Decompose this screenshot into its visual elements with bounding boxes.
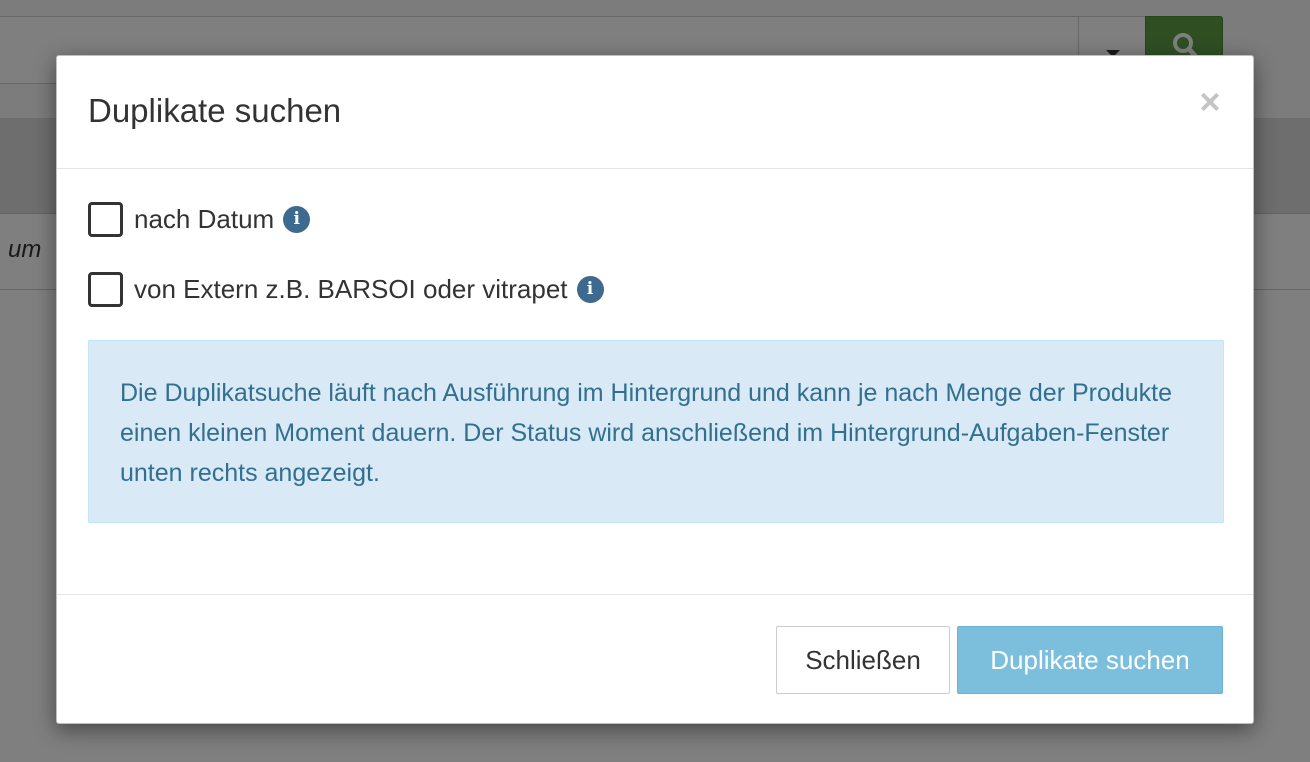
modal-body: nach Datum i von Extern z.B. BARSOI oder… — [57, 169, 1253, 594]
external-checkbox[interactable] — [88, 271, 123, 307]
close-button[interactable]: Schließen — [776, 626, 950, 694]
modal-title: Duplikate suchen — [88, 92, 342, 129]
by-date-checkbox[interactable] — [88, 201, 123, 237]
option-by-date: nach Datum i — [88, 200, 311, 238]
info-icon[interactable]: i — [576, 275, 604, 303]
by-date-label[interactable]: nach Datum — [134, 204, 274, 235]
modal-header: Duplikate suchen × — [57, 56, 1253, 169]
option-external: von Extern z.B. BARSOI oder vitrapet i — [88, 270, 604, 308]
close-icon[interactable]: × — [1195, 84, 1225, 120]
duplicate-search-dialog: Duplikate suchen × nach Datum i von Exte… — [56, 55, 1254, 724]
info-icon[interactable]: i — [283, 205, 311, 233]
external-label[interactable]: von Extern z.B. BARSOI oder vitrapet — [134, 274, 568, 305]
modal-footer: Schließen Duplikate suchen — [57, 594, 1253, 725]
find-duplicates-button[interactable]: Duplikate suchen — [957, 626, 1223, 694]
info-alert: Die Duplikatsuche läuft nach Ausführung … — [88, 340, 1224, 523]
